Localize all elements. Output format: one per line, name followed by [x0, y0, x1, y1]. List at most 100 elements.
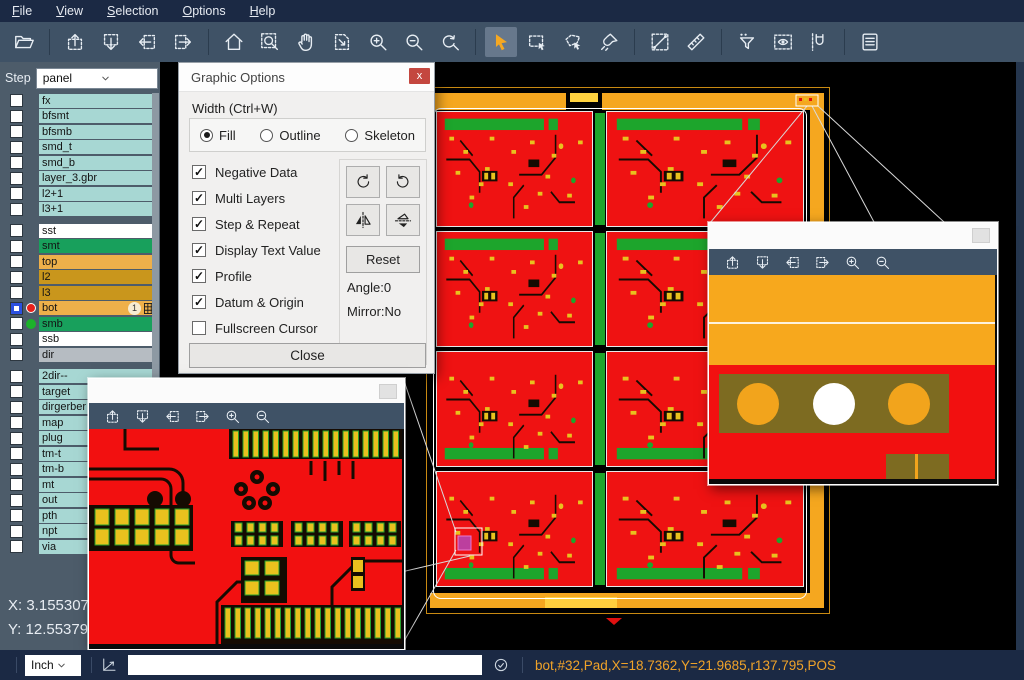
layer-visibility-checkbox[interactable] — [10, 540, 23, 553]
checkbox-fullscreen-cursor[interactable]: Fullscreen Cursor — [192, 315, 321, 341]
layer-visibility-checkbox[interactable] — [10, 224, 23, 237]
layer-layer_3.gbr[interactable]: layer_3.gbr — [39, 171, 158, 185]
tool-measure-line[interactable] — [644, 27, 676, 57]
layer-sst[interactable]: sst — [39, 224, 158, 238]
tool-zoom-in[interactable] — [362, 27, 394, 57]
layer-visibility-checkbox[interactable] — [10, 203, 23, 216]
radio-fill[interactable]: Fill — [200, 128, 236, 143]
tool-zoom-out[interactable] — [398, 27, 430, 57]
tool-poly-select[interactable] — [557, 27, 589, 57]
radio-skeleton[interactable]: Skeleton — [345, 128, 415, 143]
zoomwin-tool-pan-down[interactable] — [750, 251, 774, 273]
zoom-window-2-view[interactable] — [709, 275, 997, 484]
layer-visibility-checkbox[interactable] — [10, 110, 23, 123]
rotate-cw-button[interactable] — [346, 166, 380, 198]
zoomwin-tool-zoom-out[interactable] — [870, 251, 894, 273]
command-input[interactable] — [128, 655, 482, 675]
layer-top[interactable]: top — [39, 255, 158, 269]
layer-visibility-checkbox[interactable] — [10, 317, 23, 330]
layer-visibility-checkbox[interactable] — [10, 401, 23, 414]
zoomwin-tool-pan-left[interactable] — [780, 251, 804, 273]
layer-visibility-checkbox[interactable] — [10, 286, 23, 299]
layer-visibility-checkbox[interactable] — [10, 187, 23, 200]
tool-clean-brush[interactable] — [593, 27, 625, 57]
circle-check-icon[interactable] — [492, 656, 510, 674]
layer-visibility-checkbox[interactable] — [10, 141, 23, 154]
zoom-window-2-titlebar[interactable] — [709, 223, 997, 249]
zoomwin-tool-pan-down[interactable] — [130, 405, 154, 427]
layer-visibility-checkbox[interactable] — [10, 494, 23, 507]
tool-pan-left[interactable] — [131, 27, 163, 57]
layer-fx[interactable]: fx — [39, 94, 158, 108]
layer-visibility-checkbox[interactable] — [10, 348, 23, 361]
layer-visibility-checkbox[interactable] — [10, 271, 23, 284]
tool-hand-pan[interactable] — [290, 27, 322, 57]
window-minimize-button[interactable] — [972, 228, 990, 243]
layer-bfsmb[interactable]: bfsmb — [39, 125, 158, 139]
menu-item-selection[interactable]: Selection — [95, 4, 170, 18]
tool-open-folder[interactable] — [8, 27, 40, 57]
reset-button[interactable]: Reset — [346, 246, 420, 273]
tool-view-options[interactable] — [767, 27, 799, 57]
checkbox-multi-layers[interactable]: ✓Multi Layers — [192, 185, 321, 211]
flip-v-button[interactable] — [386, 204, 420, 236]
tool-ruler[interactable] — [680, 27, 712, 57]
close-button[interactable]: Close — [189, 343, 426, 368]
unit-select[interactable]: Inch — [25, 655, 81, 676]
zoomwin-tool-zoom-in[interactable] — [840, 251, 864, 273]
tool-zoom-area[interactable] — [326, 27, 358, 57]
menu-item-options[interactable]: Options — [170, 4, 237, 18]
layer-bot[interactable]: bot1 — [39, 301, 158, 315]
zoomwin-tool-pan-up[interactable] — [720, 251, 744, 273]
layer-l2+1[interactable]: l2+1 — [39, 187, 158, 201]
tool-zoom-previous[interactable] — [434, 27, 466, 57]
layer-ssb[interactable]: ssb — [39, 332, 158, 346]
flip-h-button[interactable] — [346, 204, 380, 236]
radio-outline[interactable]: Outline — [260, 128, 320, 143]
zoomwin-tool-pan-up[interactable] — [100, 405, 124, 427]
zoomwin-tool-zoom-in[interactable] — [220, 405, 244, 427]
checkbox-negative-data[interactable]: ✓Negative Data — [192, 159, 321, 185]
menu-item-help[interactable]: Help — [238, 4, 288, 18]
layer-visibility-checkbox[interactable] — [10, 447, 23, 460]
corner-angle-icon[interactable] — [100, 656, 118, 674]
zoomwin-tool-pan-right[interactable] — [190, 405, 214, 427]
layer-visibility-checkbox[interactable] — [10, 385, 23, 398]
layer-visibility-checkbox[interactable] — [10, 509, 23, 522]
tool-filter[interactable] — [731, 27, 763, 57]
layer-visibility-checkbox[interactable] — [10, 525, 23, 538]
layer-visibility-checkbox[interactable] — [10, 416, 23, 429]
menu-item-file[interactable]: File — [0, 4, 44, 18]
tool-home[interactable] — [218, 27, 250, 57]
layer-visibility-checkbox[interactable] — [10, 302, 23, 315]
layer-visibility-checkbox[interactable] — [10, 463, 23, 476]
close-icon[interactable]: x — [409, 68, 430, 84]
tool-select-cursor[interactable] — [485, 27, 517, 57]
layer-visibility-checkbox[interactable] — [10, 333, 23, 346]
menu-item-view[interactable]: View — [44, 4, 95, 18]
layer-l3+1[interactable]: l3+1 — [39, 202, 158, 216]
tool-snap[interactable] — [803, 27, 835, 57]
tool-pan-down[interactable] — [95, 27, 127, 57]
zoom-window-1-view[interactable] — [89, 429, 404, 649]
layer-smd_b[interactable]: smd_b — [39, 156, 158, 170]
layer-smt[interactable]: smt — [39, 239, 158, 253]
zoomwin-tool-zoom-out[interactable] — [250, 405, 274, 427]
layer-smd_t[interactable]: smd_t — [39, 140, 158, 154]
checkbox-step-repeat[interactable]: ✓Step & Repeat — [192, 211, 321, 237]
tool-rect-select[interactable] — [521, 27, 553, 57]
tool-pan-up[interactable] — [59, 27, 91, 57]
tool-layers-panel[interactable] — [854, 27, 886, 57]
layer-visibility-checkbox[interactable] — [10, 370, 23, 383]
layer-l3[interactable]: l3 — [39, 286, 158, 300]
checkbox-display-text-value[interactable]: ✓Display Text Value — [192, 237, 321, 263]
rotate-ccw-button[interactable] — [386, 166, 420, 198]
layer-bfsmt[interactable]: bfsmt — [39, 109, 158, 123]
zoom-window-1-titlebar[interactable] — [89, 379, 404, 403]
layer-visibility-checkbox[interactable] — [10, 94, 23, 107]
layer-visibility-checkbox[interactable] — [10, 125, 23, 138]
layer-visibility-checkbox[interactable] — [10, 432, 23, 445]
layer-visibility-checkbox[interactable] — [10, 478, 23, 491]
tool-pan-right[interactable] — [167, 27, 199, 57]
window-minimize-button[interactable] — [379, 384, 397, 399]
